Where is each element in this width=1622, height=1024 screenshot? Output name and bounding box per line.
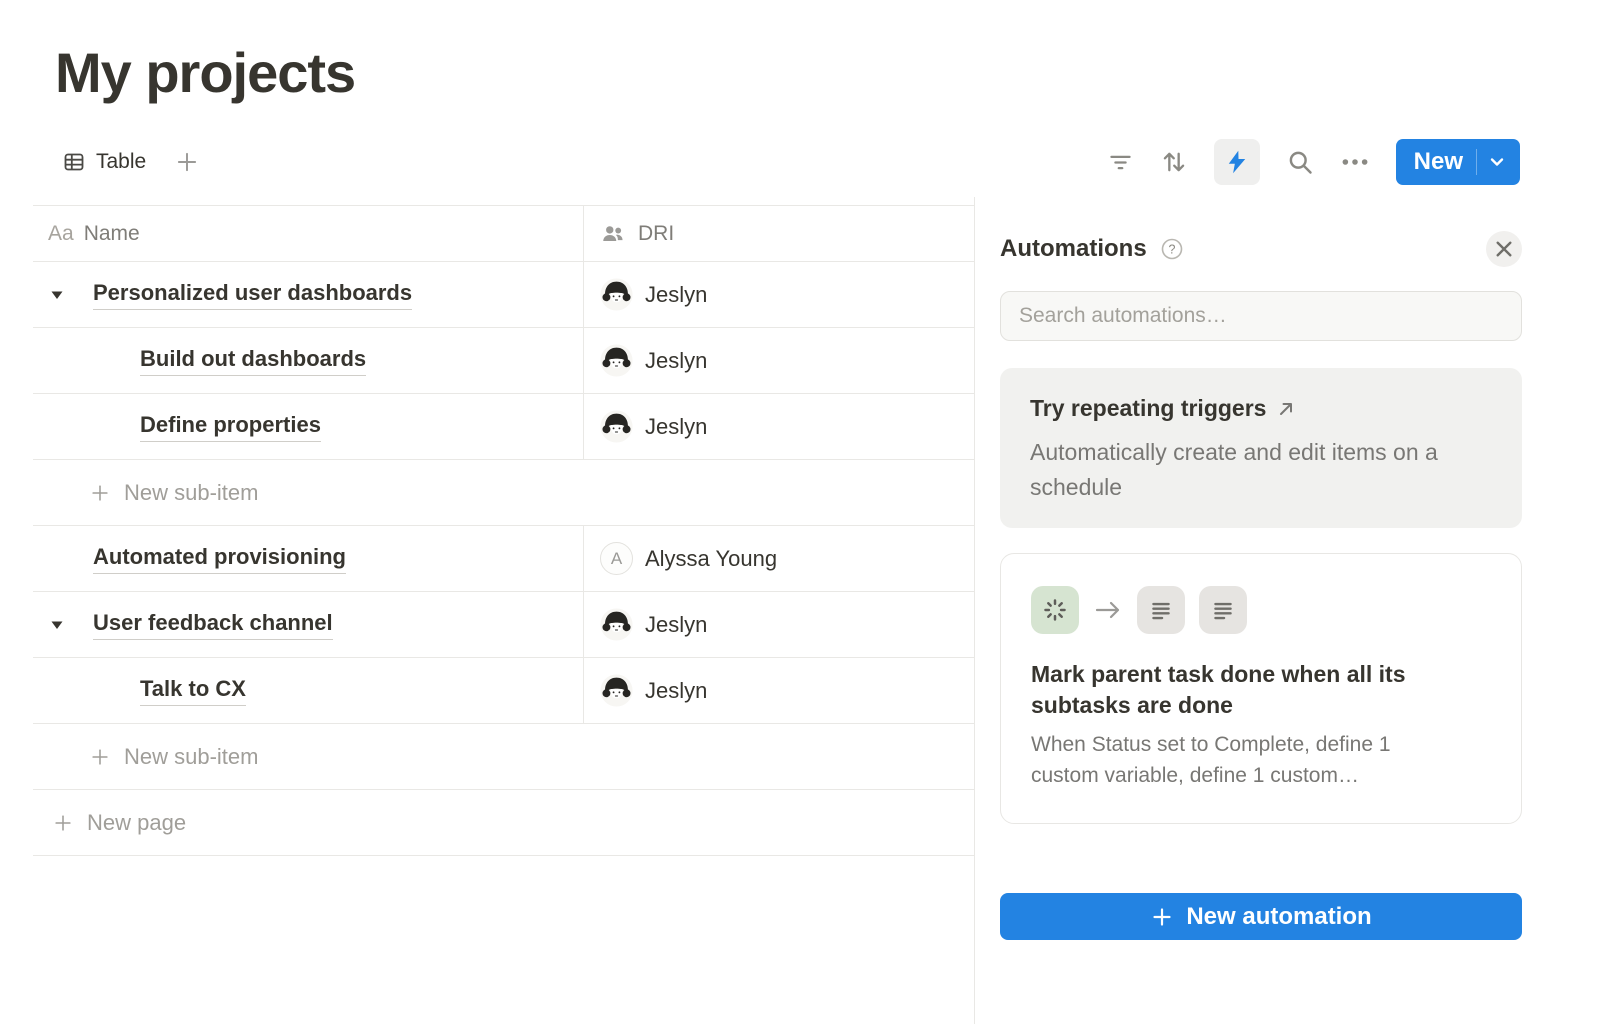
table-row: New page: [33, 790, 974, 856]
search-automations-input[interactable]: [1000, 291, 1522, 341]
new-sub-item-label: New sub-item: [124, 480, 258, 506]
status-spinner-icon: [1031, 586, 1079, 634]
dri-person-name: Alyssa Young: [645, 546, 777, 572]
help-icon[interactable]: ?: [1159, 236, 1185, 262]
dri-cell[interactable]: Jeslyn: [584, 394, 974, 459]
automation-description: When Status set to Complete, define 1 cu…: [1031, 730, 1431, 791]
notion-app: My projects Table: [0, 0, 1622, 1024]
jeslyn-avatar: [600, 410, 633, 443]
dri-person-name: Jeslyn: [645, 348, 707, 374]
table-row: Personalized user dashboards Jeslyn: [33, 262, 974, 328]
page-link[interactable]: Automated provisioning: [93, 544, 346, 574]
jeslyn-avatar: [600, 674, 633, 707]
text-property-icon: Aa: [48, 222, 74, 246]
table-row: New sub-item: [33, 724, 974, 790]
dri-person-name: Jeslyn: [645, 414, 707, 440]
panel-divider: [974, 197, 975, 1024]
column-header-dri[interactable]: DRI: [584, 206, 974, 261]
page-link[interactable]: Build out dashboards: [140, 346, 366, 376]
dri-cell[interactable]: Jeslyn: [584, 262, 974, 327]
add-view-button[interactable]: [174, 149, 200, 175]
dri-cell[interactable]: Jeslyn: [584, 658, 974, 723]
repeating-triggers-promo[interactable]: Try repeating triggers Automatically cre…: [1000, 368, 1522, 528]
svg-text:?: ?: [1168, 243, 1175, 257]
jeslyn-avatar: [600, 278, 633, 311]
people-icon: [600, 221, 626, 247]
dri-person-name: Jeslyn: [645, 282, 707, 308]
new-sub-item-button[interactable]: New sub-item: [33, 724, 974, 789]
promo-description: Automatically create and edit items on a…: [1030, 435, 1460, 504]
automations-panel: Automations ? Try repeating triggers: [1000, 0, 1522, 1024]
table-header-row: Aa Name DRI: [33, 206, 974, 262]
toggle-triangle-icon[interactable]: [49, 617, 65, 633]
column-header-name[interactable]: Aa Name: [33, 206, 584, 261]
jeslyn-avatar: [600, 344, 633, 377]
plus-icon: [89, 746, 111, 768]
projects-table: Aa Name DRI Personalized user dashboards: [33, 205, 974, 856]
arrow-up-right-icon: [1276, 399, 1296, 419]
panel-header: Automations ?: [1000, 231, 1522, 267]
tab-table-label: Table: [96, 150, 146, 174]
dri-person-name: Jeslyn: [645, 612, 707, 638]
table-row: Automated provisioning A Alyssa Young: [33, 526, 974, 592]
page-link[interactable]: Define properties: [140, 412, 321, 442]
dri-cell[interactable]: A Alyssa Young: [584, 526, 974, 591]
tab-table[interactable]: Table: [62, 150, 146, 174]
new-page-label: New page: [87, 810, 186, 836]
arrow-right-icon: [1093, 599, 1123, 621]
panel-title: Automations: [1000, 235, 1147, 263]
plus-icon: [1150, 905, 1174, 929]
jeslyn-avatar: [600, 608, 633, 641]
plus-icon: [89, 482, 111, 504]
table-row: Build out dashboards Jeslyn: [33, 328, 974, 394]
table-row: User feedback channel Jeslyn: [33, 592, 974, 658]
column-name-label: Name: [84, 222, 140, 246]
new-automation-button[interactable]: New automation: [1000, 893, 1522, 940]
page-link[interactable]: Personalized user dashboards: [93, 280, 412, 310]
promo-title: Try repeating triggers: [1030, 395, 1266, 422]
page-content-icon: [1137, 586, 1185, 634]
table-row: New sub-item: [33, 460, 974, 526]
plus-icon: [174, 149, 200, 175]
automation-card[interactable]: Mark parent task done when all its subta…: [1000, 553, 1522, 824]
automation-icons: [1031, 586, 1491, 634]
new-sub-item-button[interactable]: New sub-item: [33, 460, 974, 525]
toggle-triangle-icon[interactable]: [49, 287, 65, 303]
dri-person-name: Jeslyn: [645, 678, 707, 704]
letter-avatar: A: [600, 542, 633, 575]
new-sub-item-label: New sub-item: [124, 744, 258, 770]
table-grid-icon: [62, 150, 86, 174]
new-automation-label: New automation: [1186, 903, 1371, 931]
close-panel-button[interactable]: [1486, 231, 1522, 267]
close-icon: [1496, 241, 1512, 257]
plus-icon: [52, 812, 74, 834]
page-title[interactable]: My projects: [55, 40, 355, 105]
column-dri-label: DRI: [638, 222, 674, 246]
new-page-button[interactable]: New page: [33, 790, 974, 855]
page-link[interactable]: Talk to CX: [140, 676, 246, 706]
table-row: Talk to CX Jeslyn: [33, 658, 974, 724]
page-content-icon: [1199, 586, 1247, 634]
table-row: Define properties Jeslyn: [33, 394, 974, 460]
dri-cell[interactable]: Jeslyn: [584, 328, 974, 393]
view-tabs: Table: [62, 149, 200, 175]
dri-cell[interactable]: Jeslyn: [584, 592, 974, 657]
automation-title: Mark parent task done when all its subta…: [1031, 659, 1491, 721]
page-link[interactable]: User feedback channel: [93, 610, 333, 640]
